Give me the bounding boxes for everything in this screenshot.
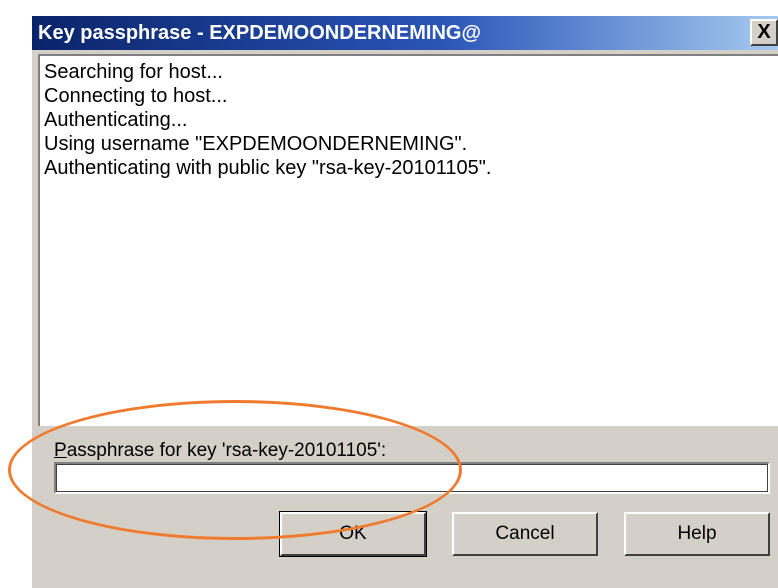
log-line: Using username "EXPDEMOONDERNEMING". <box>44 133 468 155</box>
passphrase-input[interactable] <box>54 462 770 494</box>
help-button[interactable]: Help <box>624 512 770 556</box>
close-icon: X <box>757 21 771 43</box>
passphrase-label: Passphrase for key 'rsa-key-20101105': <box>54 440 386 462</box>
cancel-button[interactable]: Cancel <box>452 512 598 556</box>
key-passphrase-dialog: Key passphrase - EXPDEMOONDERNEMING@ X S… <box>30 14 778 588</box>
log-line: Authenticating... <box>44 109 188 131</box>
passphrase-label-text: assphrase for key 'rsa-key-20101105': <box>66 440 387 461</box>
log-line: Searching for host... <box>44 61 223 83</box>
ok-button[interactable]: OK <box>279 511 427 557</box>
session-log: Searching for host... Connecting to host… <box>38 54 778 426</box>
window-title: Key passphrase - EXPDEMOONDERNEMING@ <box>38 22 481 44</box>
log-line: Authenticating with public key "rsa-key-… <box>44 157 492 179</box>
log-line: Connecting to host... <box>44 85 228 107</box>
close-button[interactable]: X <box>750 19 778 46</box>
title-bar: Key passphrase - EXPDEMOONDERNEMING@ X <box>32 16 778 50</box>
passphrase-label-mnemonic: P <box>54 440 67 461</box>
